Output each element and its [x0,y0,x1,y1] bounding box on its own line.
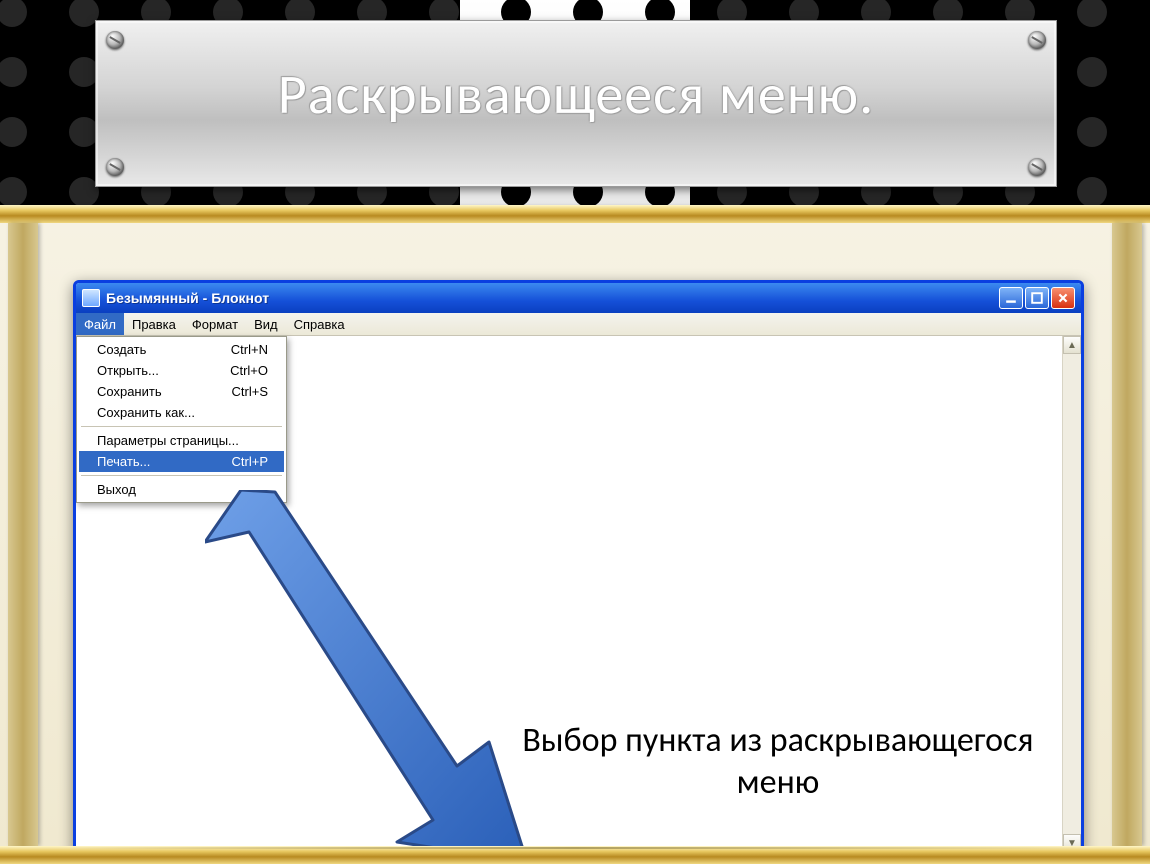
menu-item-shortcut: Ctrl+S [232,384,268,399]
menu-item-label: Открыть... [97,363,206,378]
menu-item-shortcut: Ctrl+P [232,454,268,469]
annotation-caption: Выбор пункта из раскрывающегося меню [498,720,1058,804]
menu-separator [81,475,282,476]
top-band: Раскрывающееся меню. [0,0,1150,205]
menu-item-label: Создать [97,342,207,357]
file-menu-dropdown[interactable]: Создать Ctrl+N Открыть... Ctrl+O Сохранить Ct… [76,336,287,503]
menu-item[interactable]: Открыть... Ctrl+O [79,360,284,381]
menu-item[interactable]: Параметры страницы... [79,430,284,451]
title-bar[interactable]: Безымянный - Блокнот [76,283,1081,313]
gold-column [1112,223,1142,846]
menu-item[interactable]: Создать Ctrl+N [79,339,284,360]
menu-item[interactable]: Печать... Ctrl+P [79,451,284,472]
close-button[interactable] [1051,287,1075,309]
menu-item-label: Сохранить [97,384,208,399]
window-title: Безымянный - Блокнот [106,290,999,306]
gold-column [8,223,38,846]
menu-item-shortcut: Ctrl+N [231,342,268,357]
divider [61,847,1089,849]
menu-item-label: Сохранить как... [97,405,268,420]
menu-правка[interactable]: Правка [124,313,184,335]
menu-item-label: Параметры страницы... [97,433,268,448]
title-plaque: Раскрывающееся меню. [95,20,1057,187]
maximize-button[interactable] [1025,287,1049,309]
slide-stage: Раскрывающееся меню. Безымянный - Блокно… [0,0,1150,864]
menu-вид[interactable]: Вид [246,313,286,335]
screw-icon [1028,158,1046,176]
gold-bar [0,205,1150,223]
screw-icon [1028,31,1046,49]
slide-title: Раскрывающееся меню. [96,61,1056,129]
minimize-button[interactable] [999,287,1023,309]
menu-файл[interactable]: Файл [76,313,124,335]
menu-item[interactable]: Сохранить Ctrl+S [79,381,284,402]
menu-формат[interactable]: Формат [184,313,246,335]
menu-item-label: Выход [97,482,268,497]
screw-icon [106,158,124,176]
screw-icon [106,31,124,49]
notepad-icon [82,289,100,307]
menu-separator [81,426,282,427]
menu-справка[interactable]: Справка [286,313,353,335]
vertical-scrollbar[interactable]: ▲ ▼ [1062,336,1081,852]
menu-bar[interactable]: ФайлПравкаФорматВидСправка [76,313,1081,336]
menu-item[interactable]: Сохранить как... [79,402,284,423]
scroll-up-button[interactable]: ▲ [1063,336,1081,354]
menu-item-label: Печать... [97,454,208,469]
menu-item[interactable]: Выход [79,479,284,500]
menu-item-shortcut: Ctrl+O [230,363,268,378]
